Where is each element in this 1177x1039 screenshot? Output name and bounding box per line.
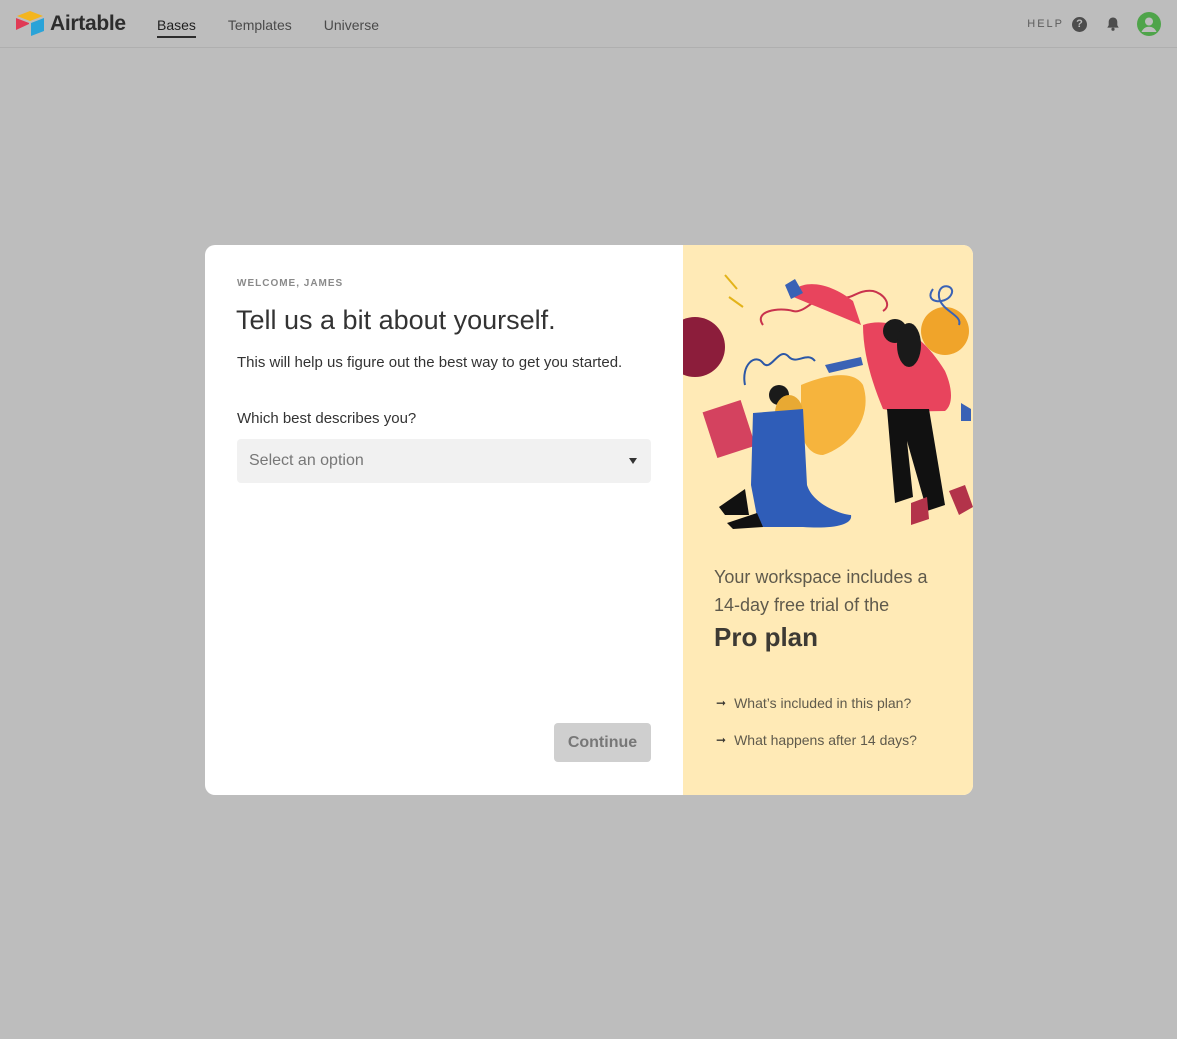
help-icon[interactable]: ?	[1072, 16, 1087, 32]
role-question-label: Which best describes you?	[237, 410, 417, 427]
onboarding-form: WELCOME, JAMES Tell us a bit about yours…	[205, 245, 683, 795]
top-navigation: Airtable Bases Templates Universe HELP ?	[0, 0, 1177, 48]
arrow-right-icon: ➞	[716, 696, 727, 710]
people-drawing-illustration	[683, 274, 973, 529]
tab-bases[interactable]: Bases	[157, 0, 196, 48]
after-trial-link[interactable]: ➞ What happens after 14 days?	[716, 732, 917, 748]
modal-subtitle: This will help us figure out the best wa…	[237, 354, 623, 371]
welcome-eyebrow: WELCOME, JAMES	[237, 278, 344, 289]
modal-title: Tell us a bit about yourself.	[236, 305, 556, 335]
role-select[interactable]: Select an option	[237, 439, 651, 483]
main-tabs: Bases Templates Universe	[157, 0, 411, 48]
role-select-placeholder: Select an option	[249, 452, 364, 469]
trial-promo-panel: Your workspace includes a 14-day free tr…	[683, 245, 973, 795]
avatar-icon[interactable]	[1137, 12, 1161, 36]
help-label[interactable]: HELP	[1027, 18, 1064, 30]
bell-icon[interactable]	[1105, 16, 1121, 32]
airtable-logo-icon	[16, 11, 44, 36]
chevron-down-icon	[629, 458, 637, 464]
account-tools: HELP ?	[1027, 12, 1161, 36]
onboarding-modal: WELCOME, JAMES Tell us a bit about yours…	[205, 245, 973, 795]
brand-name: Airtable	[50, 11, 126, 35]
arrow-right-icon: ➞	[716, 733, 727, 747]
plan-included-link[interactable]: ➞ What’s included in this plan?	[716, 695, 911, 711]
plan-included-link-label: What’s included in this plan?	[734, 695, 912, 711]
plan-name: Pro plan	[714, 622, 819, 652]
trial-lead-text: Your workspace includes a 14-day free tr…	[714, 567, 928, 615]
after-trial-link-label: What happens after 14 days?	[734, 732, 917, 748]
continue-button[interactable]: Continue	[554, 723, 651, 762]
tab-universe[interactable]: Universe	[324, 0, 379, 48]
brand-logo[interactable]: Airtable	[15, 10, 126, 37]
tab-templates[interactable]: Templates	[228, 0, 292, 48]
